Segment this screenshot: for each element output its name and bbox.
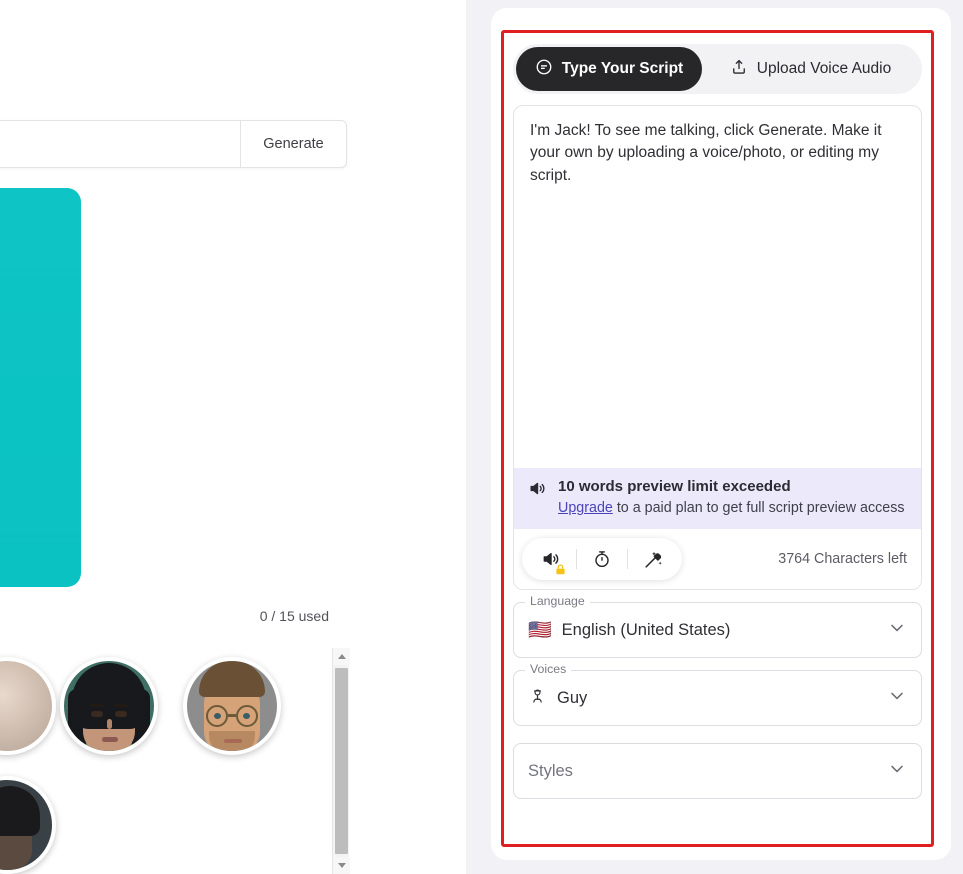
avatar-preview-card[interactable] (0, 188, 81, 587)
avatar-thumbnail[interactable] (183, 657, 281, 755)
voice-settings-panel: Type Your Script Upload Voice Audio I'm (513, 44, 922, 833)
language-legend: Language (525, 595, 590, 607)
generate-bar: Generate (0, 120, 347, 168)
voices-select[interactable]: Voices Guy (513, 663, 922, 726)
styles-value: Styles (528, 761, 573, 780)
tab-group: Type Your Script Upload Voice Audio (513, 44, 922, 94)
avatar-thumbnail[interactable] (60, 657, 158, 755)
tab-upload-voice-audio[interactable]: Upload Voice Audio (702, 47, 919, 91)
avatar-thumbnail[interactable] (0, 657, 56, 755)
app-screen: Generate 0 / 15 used (0, 0, 963, 874)
script-textarea[interactable]: I'm Jack! To see me talking, click Gener… (514, 106, 921, 468)
tab-label: Upload Voice Audio (756, 60, 892, 77)
caption-bubble-icon (535, 58, 553, 81)
upload-icon (730, 58, 748, 81)
characters-left-label: 3764 Characters left (778, 551, 907, 567)
prompt-input[interactable] (0, 121, 240, 167)
upgrade-link[interactable]: Upgrade (558, 500, 613, 516)
chevron-down-icon[interactable] (887, 686, 907, 711)
right-settings-pane: Type Your Script Upload Voice Audio I'm (466, 0, 963, 874)
voice-person-icon (528, 686, 547, 710)
tab-label: Type Your Script (561, 60, 684, 77)
voices-legend: Voices (525, 663, 572, 675)
lock-badge-icon (555, 563, 566, 575)
avatar-thumbnail[interactable] (0, 776, 56, 874)
avatar-list (0, 648, 330, 874)
script-card: I'm Jack! To see me talking, click Gener… (513, 105, 922, 590)
script-toolbar-row: 3764 Characters left (514, 529, 921, 589)
notice-subtitle: Upgrade to a paid plan to get full scrip… (558, 498, 905, 519)
usage-counter: 0 / 15 used (259, 608, 329, 624)
tab-type-your-script[interactable]: Type Your Script (516, 47, 702, 91)
chevron-down-icon[interactable] (887, 618, 907, 643)
preview-limit-notice: 10 words preview limit exceeded Upgrade … (514, 468, 921, 529)
language-value: 🇺🇸 English (United States) (528, 621, 730, 640)
chevron-down-icon[interactable] (887, 759, 907, 784)
voice-settings-button[interactable] (526, 538, 576, 580)
generate-button[interactable]: Generate (241, 121, 346, 167)
script-tool-pill (522, 538, 682, 580)
pause-timer-button[interactable] (577, 538, 627, 580)
language-value-text: English (United States) (561, 620, 731, 639)
language-select[interactable]: Language 🇺🇸 English (United States) (513, 595, 922, 658)
scrollbar-thumb[interactable] (335, 668, 348, 854)
styles-select[interactable]: Styles (513, 743, 922, 799)
flag-icon: 🇺🇸 (528, 619, 552, 641)
left-editor-pane: Generate 0 / 15 used (0, 0, 466, 874)
voices-value-text: Guy (557, 688, 588, 707)
speaker-icon (528, 477, 547, 503)
notice-title: 10 words preview limit exceeded (558, 478, 791, 496)
notice-subtitle-rest: to a paid plan to get full script previe… (612, 500, 905, 517)
scroll-up-arrow-icon[interactable] (333, 648, 350, 665)
voices-value: Guy (528, 686, 587, 710)
magic-wand-button[interactable] (628, 538, 678, 580)
avatar-list-scrollbar[interactable] (332, 648, 350, 874)
scroll-down-arrow-icon[interactable] (333, 857, 350, 874)
